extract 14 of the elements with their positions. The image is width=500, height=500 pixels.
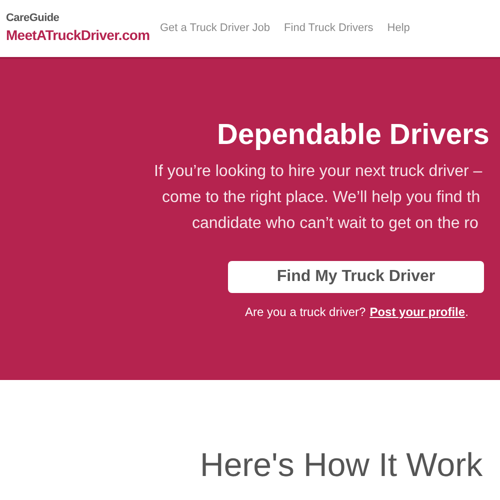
hero-text-line: candidate who can’t wait to get on the ro — [192, 214, 478, 234]
driver-question: Are you a truck driver? — [245, 304, 366, 321]
find-driver-button[interactable]: Find My Truck Driver — [228, 261, 484, 293]
post-profile-link[interactable]: Post your profile — [370, 303, 466, 321]
hero-text-line: If you’re looking to hire your next truck driver – — [154, 162, 482, 182]
period-text: . — [465, 304, 468, 321]
brand-subtitle: CareGuide — [6, 12, 60, 25]
nav-link[interactable]: Help — [387, 20, 410, 37]
hero-text-line: come to the right place. We’ll help you find th — [162, 188, 480, 208]
section-title: Here's How It Work — [200, 445, 484, 485]
hero-title: Dependable Drivers — [217, 118, 490, 153]
nav-link[interactable]: Find Truck Drivers — [284, 20, 374, 37]
nav-link[interactable]: Get a Truck Driver Job — [160, 20, 270, 37]
site-logo[interactable]: MeetATruckDriver.com — [6, 25, 150, 45]
